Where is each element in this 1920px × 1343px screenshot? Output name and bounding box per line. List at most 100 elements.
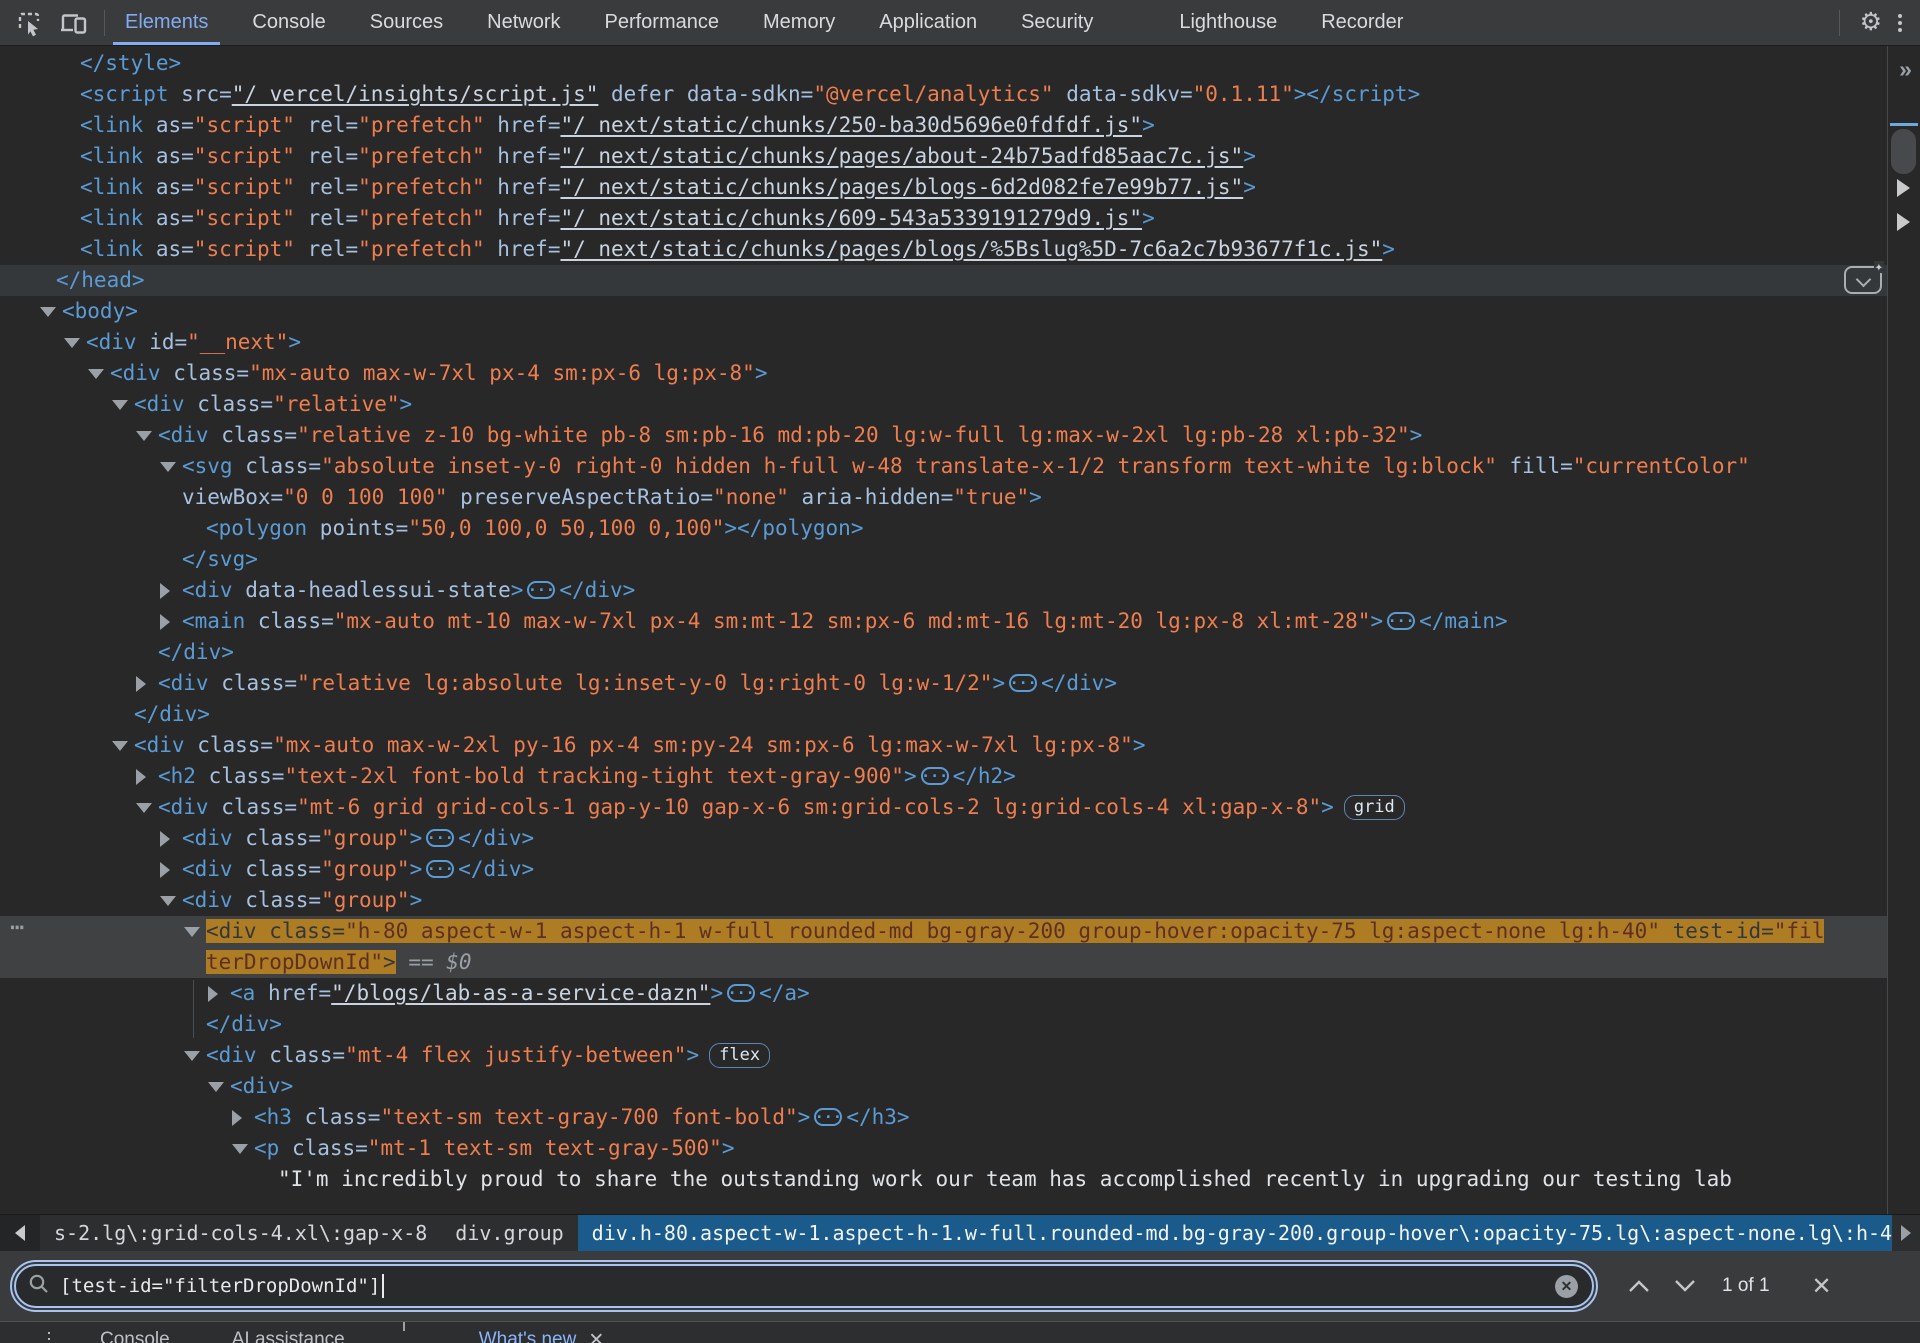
expand-ellipsis-icon[interactable]: ··· [1009,674,1037,692]
row-menu-icon[interactable]: ⋯ [10,912,25,943]
dom-tree-row[interactable]: <link as="script" rel="prefetch" href="/… [0,172,1888,203]
drawer-tab-whats-new[interactable]: What's new [479,1329,577,1343]
dom-tree-row[interactable]: <div class="group">···</div> [0,854,1888,885]
code-segment[interactable]: "/_next/static/chunks/pages/blogs/%5Bslu… [560,237,1382,261]
dom-tree-row[interactable]: </head>✦ [0,265,1888,296]
code-segment[interactable]: "/_next/static/chunks/pages/blogs-6d2d08… [560,175,1243,199]
dom-tree-row[interactable]: viewBox="0 0 100 100" preserveAspectRati… [0,482,1888,513]
dom-tree-row[interactable]: <div class="mx-auto max-w-7xl px-4 sm:px… [0,358,1888,389]
dom-tree-row[interactable]: </style> [0,48,1888,79]
dom-tree-row[interactable]: <div class="mt-6 grid grid-cols-1 gap-y-… [0,792,1888,823]
expand-arrow-icon[interactable] [232,1110,242,1126]
dom-tree-row[interactable]: <link as="script" rel="prefetch" href="/… [0,141,1888,172]
dom-tree-row[interactable]: "I'm incredibly proud to share the outst… [0,1164,1888,1195]
tab-performance[interactable]: Performance [591,0,734,45]
collapse-arrow-icon[interactable] [88,369,104,379]
dom-tree-row[interactable]: ⋯<div class="h-80 aspect-w-1 aspect-h-1 … [0,916,1888,947]
dom-tree-row[interactable]: <div class="relative z-10 bg-white pb-8 … [0,420,1888,451]
tab-elements[interactable]: Elements [111,0,222,45]
more-options-icon[interactable] [1898,14,1902,32]
collapse-arrow-icon[interactable] [40,307,56,317]
expand-sidebar-icon[interactable]: » [1888,56,1920,83]
dom-tree-row[interactable]: <main class="mx-auto mt-10 max-w-7xl px-… [0,606,1888,637]
dom-tree-row[interactable]: <div class="relative lg:absolute lg:inse… [0,668,1888,699]
collapse-arrow-icon[interactable] [184,1051,200,1061]
dom-tree-row[interactable]: <svg class="absolute inset-y-0 right-0 h… [0,451,1888,482]
grid-badge[interactable]: grid [1344,795,1405,820]
breadcrumb-item[interactable]: div.group [441,1215,577,1251]
previous-result-button[interactable] [1616,1266,1662,1306]
expand-ellipsis-icon[interactable]: ··· [527,581,555,599]
code-segment[interactable]: "/blogs/lab-as-a-service-dazn" [331,981,710,1005]
inspect-element-icon[interactable] [14,8,44,38]
dom-tree-row[interactable]: </div> [0,699,1888,730]
breadcrumb-scroll-right-button[interactable] [1892,1225,1920,1241]
tab-network[interactable]: Network [473,0,574,45]
collapse-arrow-icon[interactable] [64,338,80,348]
drawer-menu-icon[interactable]: ⋮ [40,1329,58,1343]
expand-ellipsis-icon[interactable]: ··· [814,1108,842,1126]
dom-tree-row[interactable]: <div class="mx-auto max-w-2xl py-16 px-4… [0,730,1888,761]
collapse-arrow-icon[interactable] [136,431,152,441]
collapse-arrow-icon[interactable] [160,462,176,472]
code-segment[interactable]: "/_next/static/chunks/609-543a5339191279… [560,206,1142,230]
dom-tree-row[interactable]: <div class="group">···</div> [0,823,1888,854]
dom-tree-row[interactable]: <h2 class="text-2xl font-bold tracking-t… [0,761,1888,792]
expand-arrow-icon[interactable] [208,986,218,1002]
tab-sources[interactable]: Sources [356,0,457,45]
tab-lighthouse[interactable]: Lighthouse [1165,0,1291,45]
toggle-device-toolbar-icon[interactable] [58,8,88,38]
tab-memory[interactable]: Memory [749,0,849,45]
dom-tree-row[interactable]: terDropDownId"> == $0 [0,947,1888,978]
dom-tree-row[interactable]: <body> [0,296,1888,327]
expand-ellipsis-icon[interactable]: ··· [727,984,755,1002]
dom-tree-row[interactable]: <link as="script" rel="prefetch" href="/… [0,234,1888,265]
settings-gear-icon[interactable]: ⚙ [1860,0,1882,45]
expand-arrow-icon[interactable] [160,614,170,630]
dom-tree-row[interactable]: </div> [0,1009,1888,1040]
tab-application[interactable]: Application [865,0,991,45]
close-whats-new-icon[interactable]: ✕ [588,1329,604,1343]
collapse-arrow-icon[interactable] [136,803,152,813]
search-input[interactable]: [test-id="filterDropDownId"] ✕ [14,1264,1594,1308]
flex-badge[interactable]: flex [709,1043,770,1068]
dom-tree-row[interactable]: <div class="group"> [0,885,1888,916]
close-search-icon[interactable]: ✕ [1812,1272,1832,1301]
expand-arrow-icon[interactable] [160,831,170,847]
dom-tree-row[interactable]: <a href="/blogs/lab-as-a-service-dazn">·… [0,978,1888,1009]
collapse-arrow-icon[interactable] [160,896,176,906]
drawer-tab-console[interactable]: Console [100,1329,170,1343]
next-result-button[interactable] [1662,1266,1708,1306]
dom-tree-row[interactable]: </svg> [0,544,1888,575]
collapse-arrow-icon[interactable] [232,1144,248,1154]
breadcrumb-scroll-left-button[interactable] [0,1215,40,1251]
drawer-tab-ai-assistance[interactable]: AI assistance [232,1329,345,1343]
code-segment[interactable]: "/_next/static/chunks/250-ba30d5696e0fdf… [560,113,1142,137]
collapse-arrow-icon[interactable] [184,927,200,937]
expand-arrow-icon[interactable] [136,676,146,692]
dom-tree-row[interactable]: </div> [0,637,1888,668]
expand-arrow-icon[interactable] [160,862,170,878]
expand-ellipsis-icon[interactable]: ··· [426,829,454,847]
expand-ellipsis-icon[interactable]: ··· [921,767,949,785]
dom-tree-row[interactable]: <div> [0,1071,1888,1102]
dom-tree-row[interactable]: <h3 class="text-sm text-gray-700 font-bo… [0,1102,1888,1133]
dom-tree-row[interactable]: <link as="script" rel="prefetch" href="/… [0,110,1888,141]
dom-tree-row[interactable]: <link as="script" rel="prefetch" href="/… [0,203,1888,234]
expand-ellipsis-icon[interactable]: ··· [426,860,454,878]
dom-tree-row[interactable]: <div data-headlessui-state>···</div> [0,575,1888,606]
dom-tree-row[interactable]: <div id="__next"> [0,327,1888,358]
collapse-arrow-icon[interactable] [112,400,128,410]
dom-tree-row[interactable]: <script src="/_vercel/insights/script.js… [0,79,1888,110]
ask-ai-icon[interactable]: ✦ [1844,266,1882,294]
tab-recorder[interactable]: Recorder [1307,0,1417,45]
tab-security[interactable]: Security [1007,0,1107,45]
collapse-arrow-icon[interactable] [208,1082,224,1092]
dom-tree-row[interactable]: <div class="relative"> [0,389,1888,420]
dom-tree-row[interactable]: <polygon points="50,0 100,0 50,100 0,100… [0,513,1888,544]
scrollbar-thumb[interactable] [1891,129,1916,174]
breadcrumb-item[interactable]: s-2.lg\:grid-cols-4.xl\:gap-x-8 [40,1215,441,1251]
expand-arrow-icon[interactable] [136,769,146,785]
breadcrumb-item-selected[interactable]: div.h-80.aspect-w-1.aspect-h-1.w-full.ro… [578,1215,1892,1251]
code-segment[interactable]: "/_vercel/insights/script.js" [232,82,599,106]
